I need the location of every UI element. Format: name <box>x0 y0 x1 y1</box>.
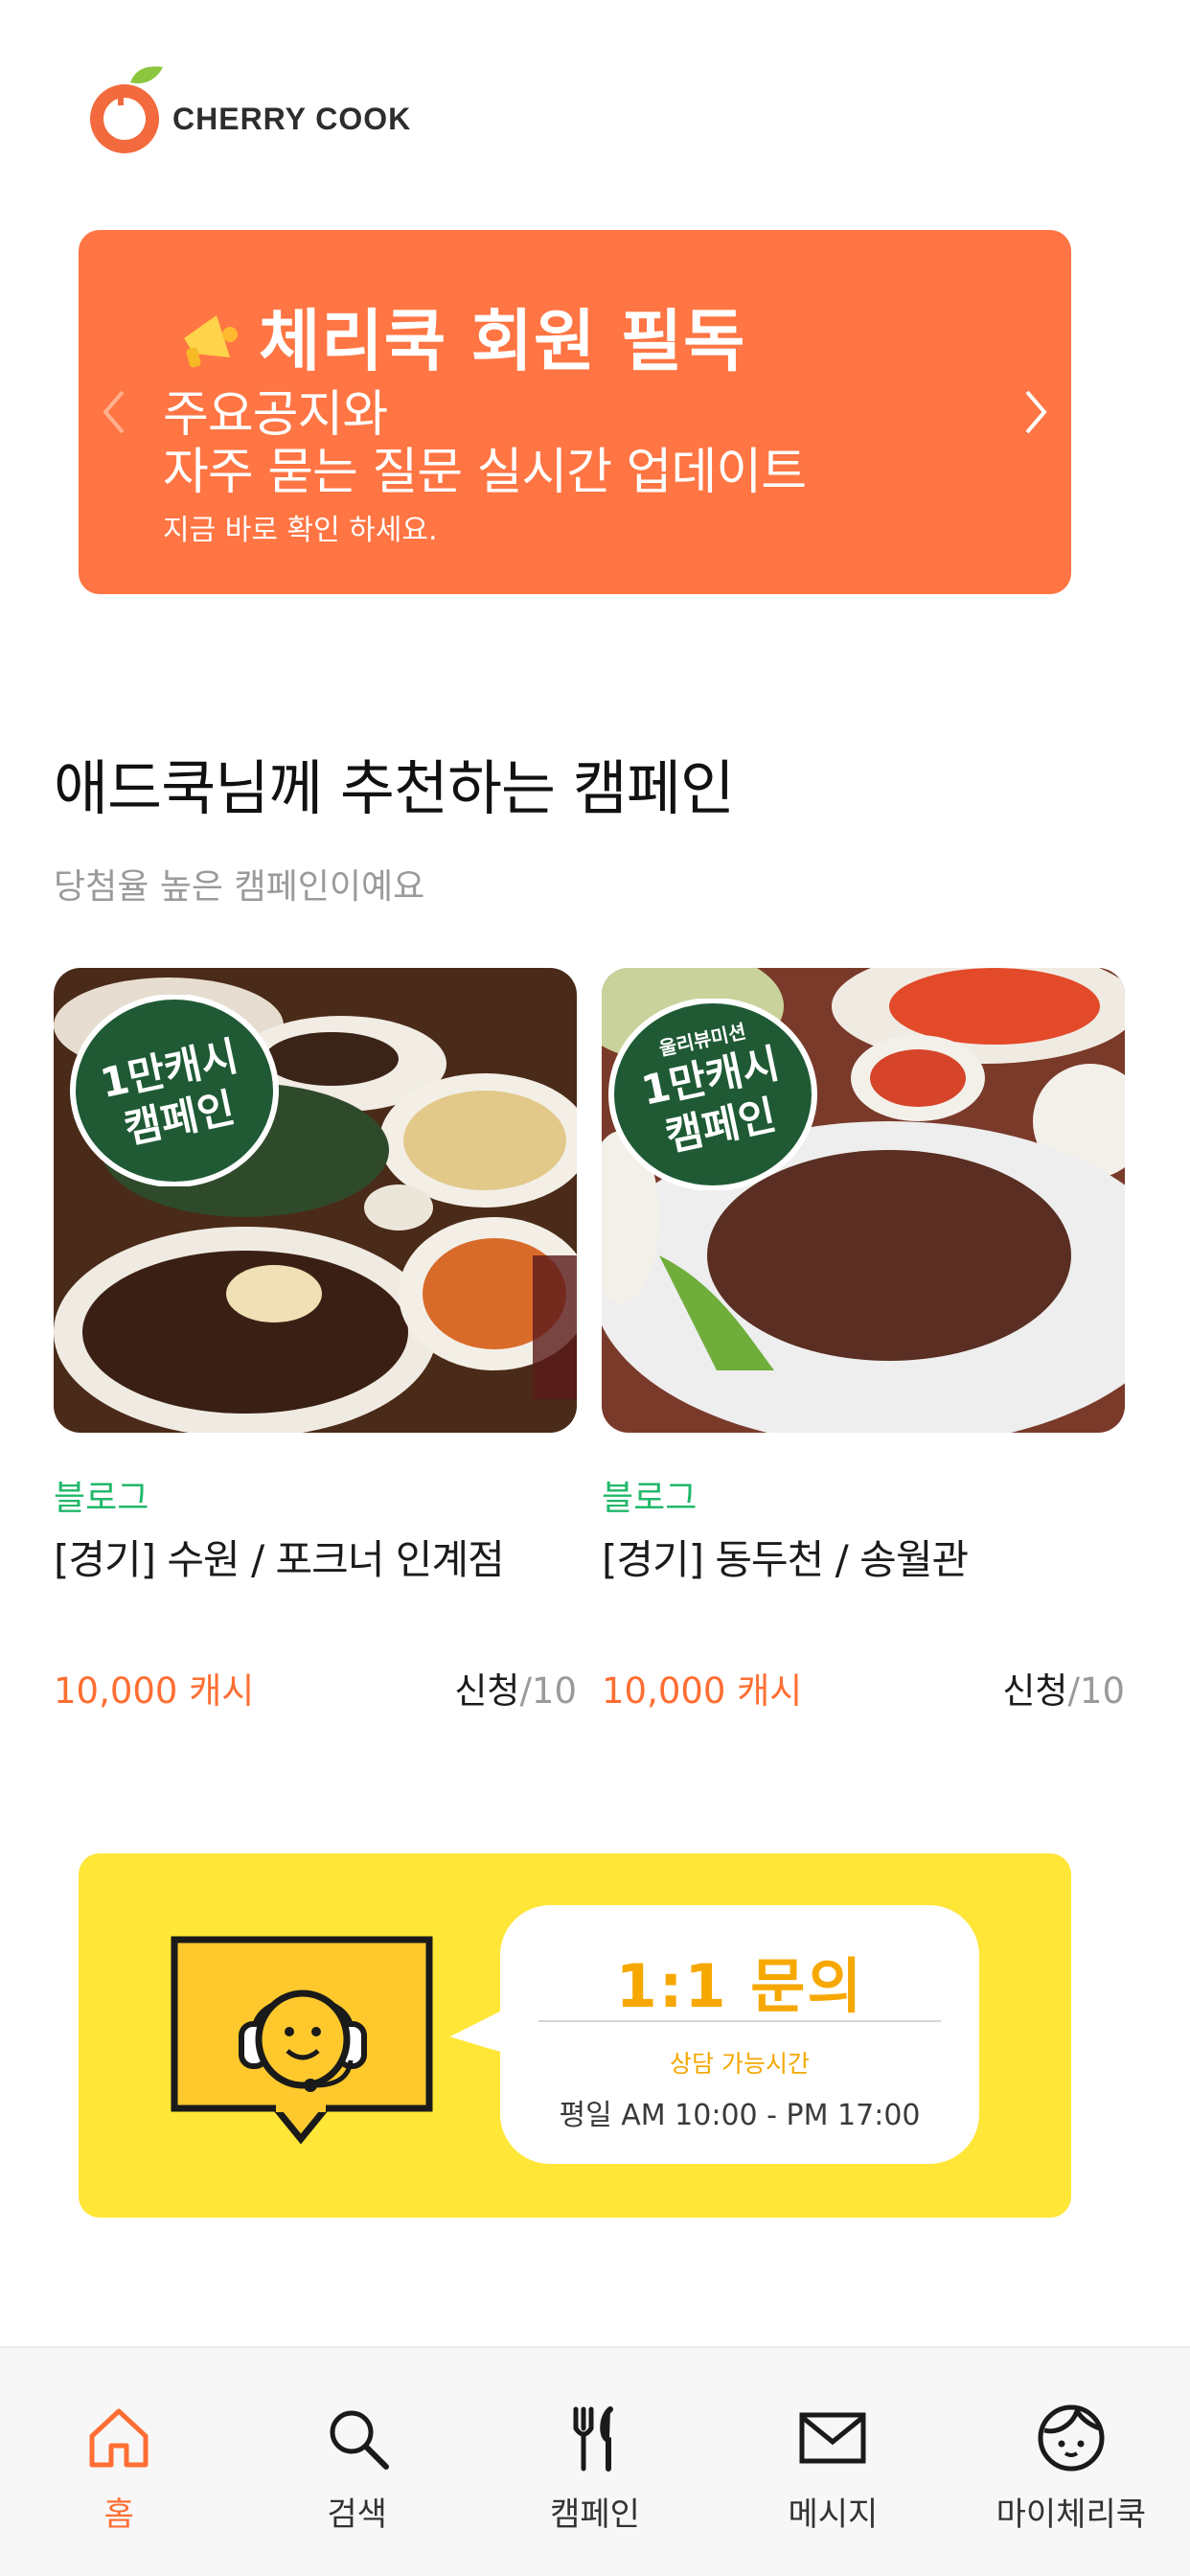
search-icon <box>330 2410 389 2470</box>
nav-label: 메시지 <box>788 2496 879 2534</box>
campaign-price: 10,000 캐시 <box>54 1670 255 1712</box>
nav-label: 검색 <box>327 2496 387 2534</box>
inquiry-hours: 평일 AM 10:00 - PM 17:00 <box>559 2099 921 2132</box>
banner-subtext: 지금 바로 확인 하세요. <box>163 514 438 547</box>
nav-item-my-cherrycook[interactable]: 마이체리쿡 <box>952 2348 1190 2576</box>
bottom-nav: 홈 검색 캠페인 메시지 마이체리쿡 <box>0 2346 1190 2576</box>
campaign-type: 블로그 <box>602 1479 698 1518</box>
apply-label: 신청 <box>454 1670 520 1712</box>
banner-line-2: 자주 묻는 질문 실시간 업데이트 <box>163 444 807 501</box>
nav-label: 마이체리쿡 <box>995 2496 1147 2534</box>
headset-support-icon <box>171 1936 433 2145</box>
profile-face-icon <box>1038 2404 1105 2472</box>
campaign-apply-count: 신청/10 <box>454 1662 577 1714</box>
nav-item-message[interactable]: 메시지 <box>714 2348 951 2576</box>
campaign-price: 10,000 캐시 <box>602 1670 803 1712</box>
nav-item-search[interactable]: 검색 <box>238 2348 475 2576</box>
campaign-title[interactable]: [경기] 수원 / 포크너 인계점 <box>54 1528 505 1586</box>
campaign-thumbnail[interactable]: 1만캐시 캠페인 <box>54 968 577 1433</box>
cherry-logo-icon <box>84 61 167 157</box>
notice-banner[interactable]: 체리쿡 회원 필독 주요공지와 자주 묻는 질문 실시간 업데이트 지금 바로 … <box>79 230 1071 594</box>
nav-label: 홈 <box>103 2496 134 2534</box>
inquiry-title: 1:1 문의 <box>615 1951 864 2021</box>
section-title: 애드쿡님께 추천하는 캠페인 <box>54 753 735 823</box>
apply-label: 신청 <box>1002 1670 1068 1712</box>
campaign-type: 블로그 <box>54 1479 149 1518</box>
inquiry-hours-label: 상담 가능시간 <box>670 2050 810 2078</box>
apply-total: /10 <box>519 1670 577 1712</box>
app-header: CHERRY COOK <box>84 61 411 157</box>
banner-title-row: 체리쿡 회원 필독 <box>174 288 746 384</box>
megaphone-icon <box>184 314 238 367</box>
banner-prev-arrow-icon[interactable] <box>90 383 138 441</box>
inquiry-bubble[interactable]: 1:1 문의 상담 가능시간 평일 AM 10:00 - PM 17:00 <box>500 1905 979 2164</box>
nav-item-home[interactable]: 홈 <box>0 2348 238 2576</box>
campaign-card[interactable]: 1만캐시 캠페인 블로그 [경기] 수원 / 포크너 인계점 10,000 캐시… <box>54 968 577 1712</box>
campaign-thumbnail[interactable]: 울리뷰미션 1만캐시 캠페인 <box>602 968 1125 1433</box>
mail-icon <box>799 2412 866 2464</box>
campaign-apply-count: 신청/10 <box>1002 1662 1125 1714</box>
divider <box>538 2020 941 2022</box>
home-icon <box>89 2408 149 2468</box>
nav-item-campaign[interactable]: 캠페인 <box>476 2348 714 2576</box>
campaign-title[interactable]: [경기] 동두천 / 송월관 <box>602 1528 969 1586</box>
banner-title: 체리쿡 회원 필독 <box>259 302 746 380</box>
apply-total: /10 <box>1067 1670 1125 1712</box>
nav-label: 캠페인 <box>550 2496 640 2534</box>
section-subtitle: 당첨율 높은 캠페인이예요 <box>54 867 425 907</box>
banner-next-arrow-icon[interactable] <box>1012 383 1060 441</box>
inquiry-banner[interactable]: 1:1 문의 상담 가능시간 평일 AM 10:00 - PM 17:00 <box>79 1853 1071 2218</box>
campaign-card[interactable]: 울리뷰미션 1만캐시 캠페인 블로그 [경기] 동두천 / 송월관 10,000… <box>602 968 1125 1712</box>
fork-knife-icon <box>573 2406 614 2472</box>
logo-text: CHERRY COOK <box>172 101 412 136</box>
